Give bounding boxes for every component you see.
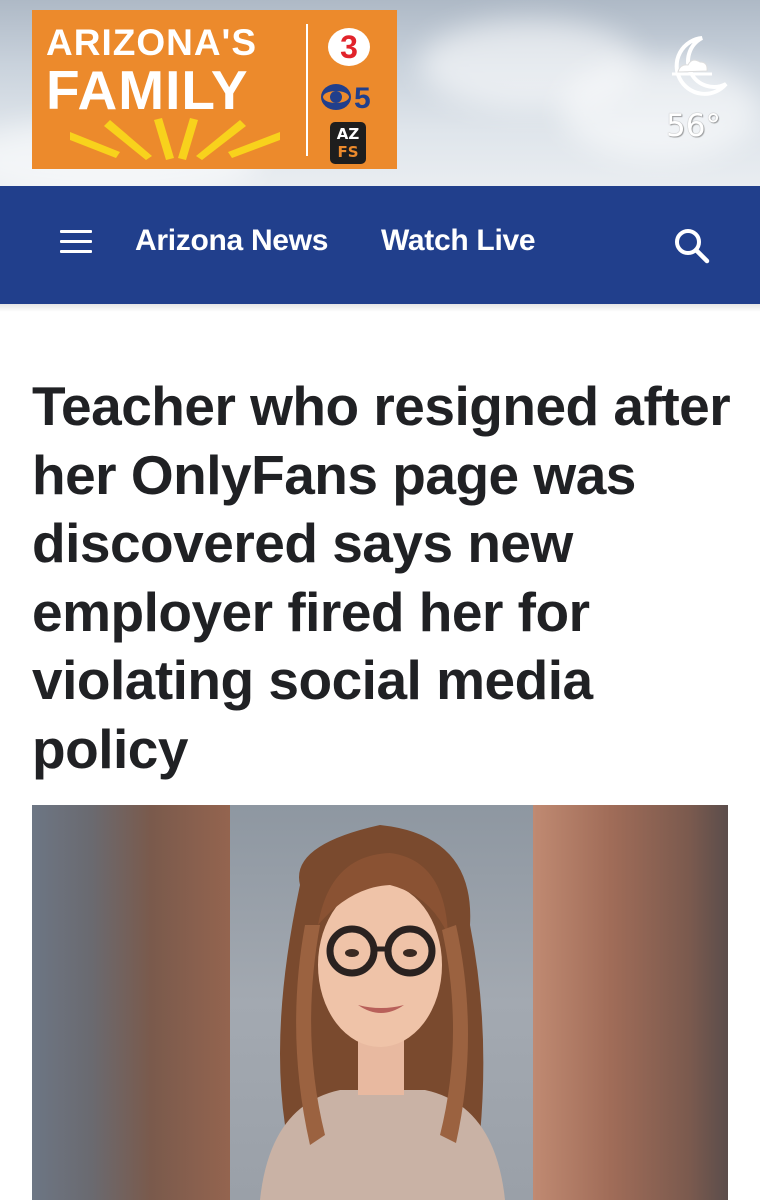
article-photo[interactable] — [32, 805, 728, 1200]
search-icon[interactable] — [674, 228, 710, 264]
sun-rays-icon — [70, 118, 280, 160]
weather-temperature: 56° — [666, 108, 721, 144]
photo-portrait — [230, 805, 533, 1200]
arizonas-family-logo[interactable]: ARIZONA'S FAMILY 3 5 AZ FS — [32, 10, 397, 169]
hamburger-menu-icon[interactable] — [60, 230, 92, 258]
article-headline: Teacher who resigned after her OnlyFans … — [32, 375, 731, 780]
site-header: ARIZONA'S FAMILY 3 5 AZ FS 56° — [0, 0, 760, 186]
cbs-5-label: 5 — [354, 82, 371, 112]
azfs-bottom: FS — [337, 143, 359, 161]
menu-bar — [60, 230, 92, 233]
nav-link-watch-live[interactable]: Watch Live — [381, 224, 536, 258]
logo-line2: FAMILY — [46, 59, 249, 121]
portrait-illustration — [260, 825, 505, 1200]
cbs-eye-icon: 5 — [321, 82, 371, 112]
nav-shadow — [0, 304, 760, 312]
weather-widget[interactable]: 56° — [660, 34, 740, 154]
azfs-badge: AZ FS — [330, 122, 366, 164]
photo-blurred-background-right — [533, 805, 728, 1200]
photo-blurred-background-left — [32, 805, 230, 1200]
menu-bar — [60, 250, 92, 253]
menu-bar — [60, 240, 92, 243]
nav-link-arizona-news[interactable]: Arizona News — [135, 224, 328, 258]
logo-divider — [306, 24, 308, 156]
main-nav: Arizona News Watch Live — [0, 186, 760, 304]
channel-3-badge: 3 — [328, 28, 370, 66]
moon-cloud-icon — [672, 36, 728, 96]
azfs-top: AZ — [336, 125, 360, 143]
